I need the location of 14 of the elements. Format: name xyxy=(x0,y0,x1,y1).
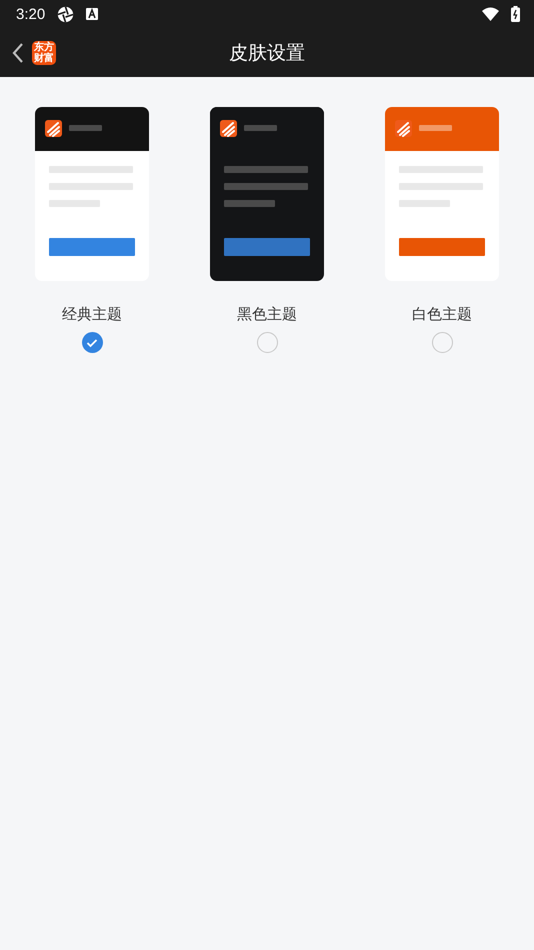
keyboard-icon xyxy=(86,8,98,20)
theme-label: 黑色主题 xyxy=(237,305,297,324)
wifi-icon xyxy=(482,7,499,21)
battery-icon xyxy=(511,6,520,22)
status-time: 3:20 xyxy=(16,6,46,22)
theme-label: 经典主题 xyxy=(62,305,122,324)
app-logo: 东方财富 xyxy=(32,40,56,64)
theme-radio[interactable] xyxy=(432,332,452,353)
aperture-icon xyxy=(57,6,74,22)
theme-radio[interactable] xyxy=(82,332,102,353)
check-icon xyxy=(86,338,98,348)
page-title: 皮肤设置 xyxy=(229,42,305,64)
theme-radio[interactable] xyxy=(256,332,278,353)
theme-label: 白色主题 xyxy=(412,305,472,324)
